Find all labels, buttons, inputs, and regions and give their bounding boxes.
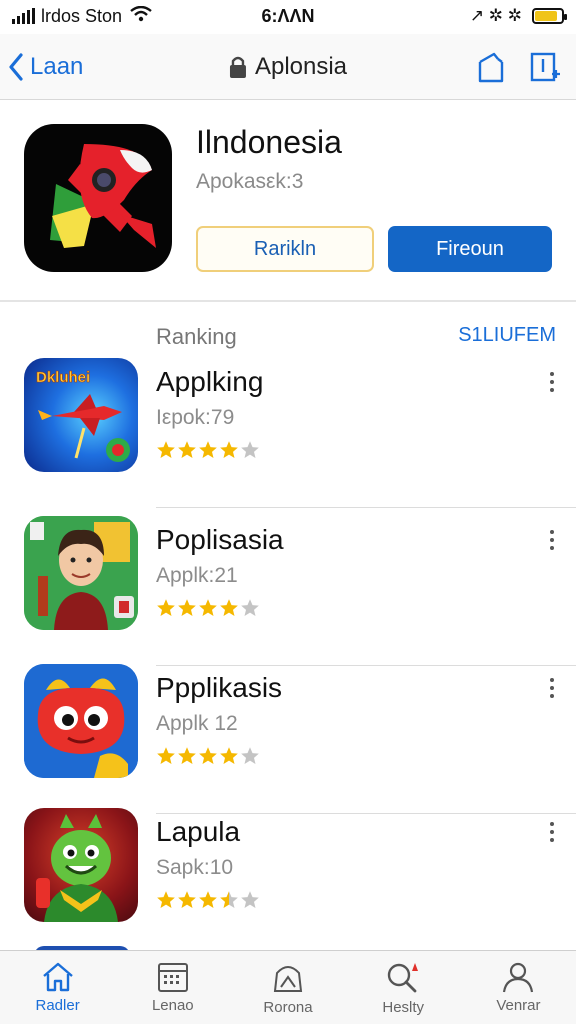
rocket-jet-icon: Dkluhei (24, 358, 138, 472)
rocket-app-icon[interactable] (24, 124, 172, 272)
star-icon (178, 441, 196, 458)
star-icon (199, 891, 217, 908)
more-options-icon[interactable] (548, 678, 556, 698)
star-icon (157, 599, 175, 616)
app-name: Applking (156, 366, 264, 397)
app-name: Ppplikasis (156, 672, 283, 703)
home-icon (42, 962, 73, 992)
app-subtitle: Applk 12 (156, 712, 238, 735)
navigation-bar: Laan Aplonsia (0, 34, 576, 100)
tab-label: Rorona (263, 999, 313, 1016)
app-badge-text: Dkluhei (36, 369, 90, 386)
list-item[interactable]: Dkluhei Applking Iεpok:79 (0, 358, 576, 508)
star-rating (156, 598, 260, 618)
status-bar: lrdos Ston 6:ΛΛN ↗ ✲ ✲ (0, 0, 576, 32)
app-name: Poplisasia (156, 524, 284, 555)
app-store-screen: lrdos Ston 6:ΛΛN ↗ ✲ ✲ Laan Aplonsia Iln… (0, 0, 576, 1024)
star-icon (157, 441, 175, 458)
star-icon (199, 599, 217, 616)
section-header: Ranking S1LIUFEM (156, 324, 556, 354)
star-icon (241, 441, 259, 458)
battery-level (535, 11, 558, 21)
tab-rorona[interactable]: Rorona (230, 951, 345, 1024)
back-button[interactable]: Laan (8, 53, 83, 81)
tab-label: Lenao (151, 997, 194, 1014)
nav-title: Aplonsia (229, 53, 347, 81)
star-icon (157, 891, 175, 908)
ranking-button[interactable]: Rarikln (196, 226, 374, 272)
tab-lenao[interactable]: Lenao (115, 951, 230, 1024)
list-item[interactable]: Lapula Sapk:10 (0, 808, 576, 958)
star-icon (220, 891, 238, 908)
get-button[interactable]: Fireoun (388, 226, 552, 272)
star-icon (199, 441, 217, 458)
more-options-icon[interactable] (548, 372, 556, 392)
tab-label: Heslty (382, 999, 425, 1016)
nav-title-text: Aplonsia (254, 52, 348, 80)
lock-icon (229, 56, 246, 78)
star-icon (220, 599, 238, 616)
featured-app: Ilndonesia Apokasεk:3 Rarikln Fireoun (0, 102, 576, 302)
app-subtitle: Sapk:10 (156, 856, 234, 879)
featured-app-title: Ilndonesia (196, 124, 342, 160)
star-icon (241, 747, 259, 764)
chevron-left-icon (9, 52, 23, 81)
nav-actions (476, 50, 562, 84)
more-options-icon[interactable] (548, 530, 556, 550)
app-subtitle: Applk:21 (156, 564, 238, 587)
star-icon (241, 599, 259, 616)
star-icon (220, 747, 238, 764)
list-item[interactable]: Ppplikasis Applk 12 (0, 664, 576, 814)
star-icon (178, 891, 196, 908)
search-icon (388, 963, 419, 993)
star-rating (156, 440, 260, 460)
carrier-name: lrdos Ston (41, 5, 123, 26)
red-monster-icon (24, 664, 138, 778)
tab-label: Radler (35, 997, 80, 1014)
featured-app-subtitle: Apokasεk:3 (196, 170, 304, 193)
star-rating (156, 890, 260, 910)
row-divider (156, 507, 576, 508)
share-icon[interactable] (476, 50, 506, 84)
wifi-icon (130, 5, 152, 27)
calendar-icon (157, 963, 188, 992)
tab-heslty[interactable]: Heslty (346, 951, 461, 1024)
tab-bar: Radler Lenao Rorona Heslty Venrar (0, 950, 576, 1024)
tab-venrar[interactable]: Venrar (461, 951, 576, 1024)
star-icon (178, 747, 196, 764)
boy-portrait-icon (24, 516, 138, 630)
star-icon (241, 891, 259, 908)
list-item[interactable]: Poplisasia Applk:21 (0, 516, 576, 666)
clock: 6:ΛΛN (261, 5, 315, 26)
star-icon (157, 747, 175, 764)
app-subtitle: Iεpok:79 (156, 406, 235, 429)
see-all-link[interactable]: S1LIUFEM (458, 324, 556, 347)
star-icon (220, 441, 238, 458)
status-right: ↗ ✲ ✲ (469, 6, 567, 26)
star-rating (156, 746, 260, 766)
tab-radler[interactable]: Radler (0, 951, 115, 1024)
app-name: Lapula (156, 816, 241, 847)
person-icon (503, 962, 534, 993)
section-title: Ranking (156, 324, 237, 349)
signal-icon (12, 8, 35, 24)
back-label: Laan (30, 52, 84, 80)
mountain-icon (273, 966, 303, 992)
battery-icon (532, 8, 567, 24)
star-icon (199, 747, 217, 764)
tab-label: Venrar (496, 997, 541, 1014)
more-options-icon[interactable] (548, 822, 556, 842)
download-icon[interactable] (530, 50, 562, 84)
green-creature-icon (24, 808, 138, 922)
star-icon (178, 599, 196, 616)
status-glyphs: ↗ ✲ ✲ (469, 6, 522, 25)
